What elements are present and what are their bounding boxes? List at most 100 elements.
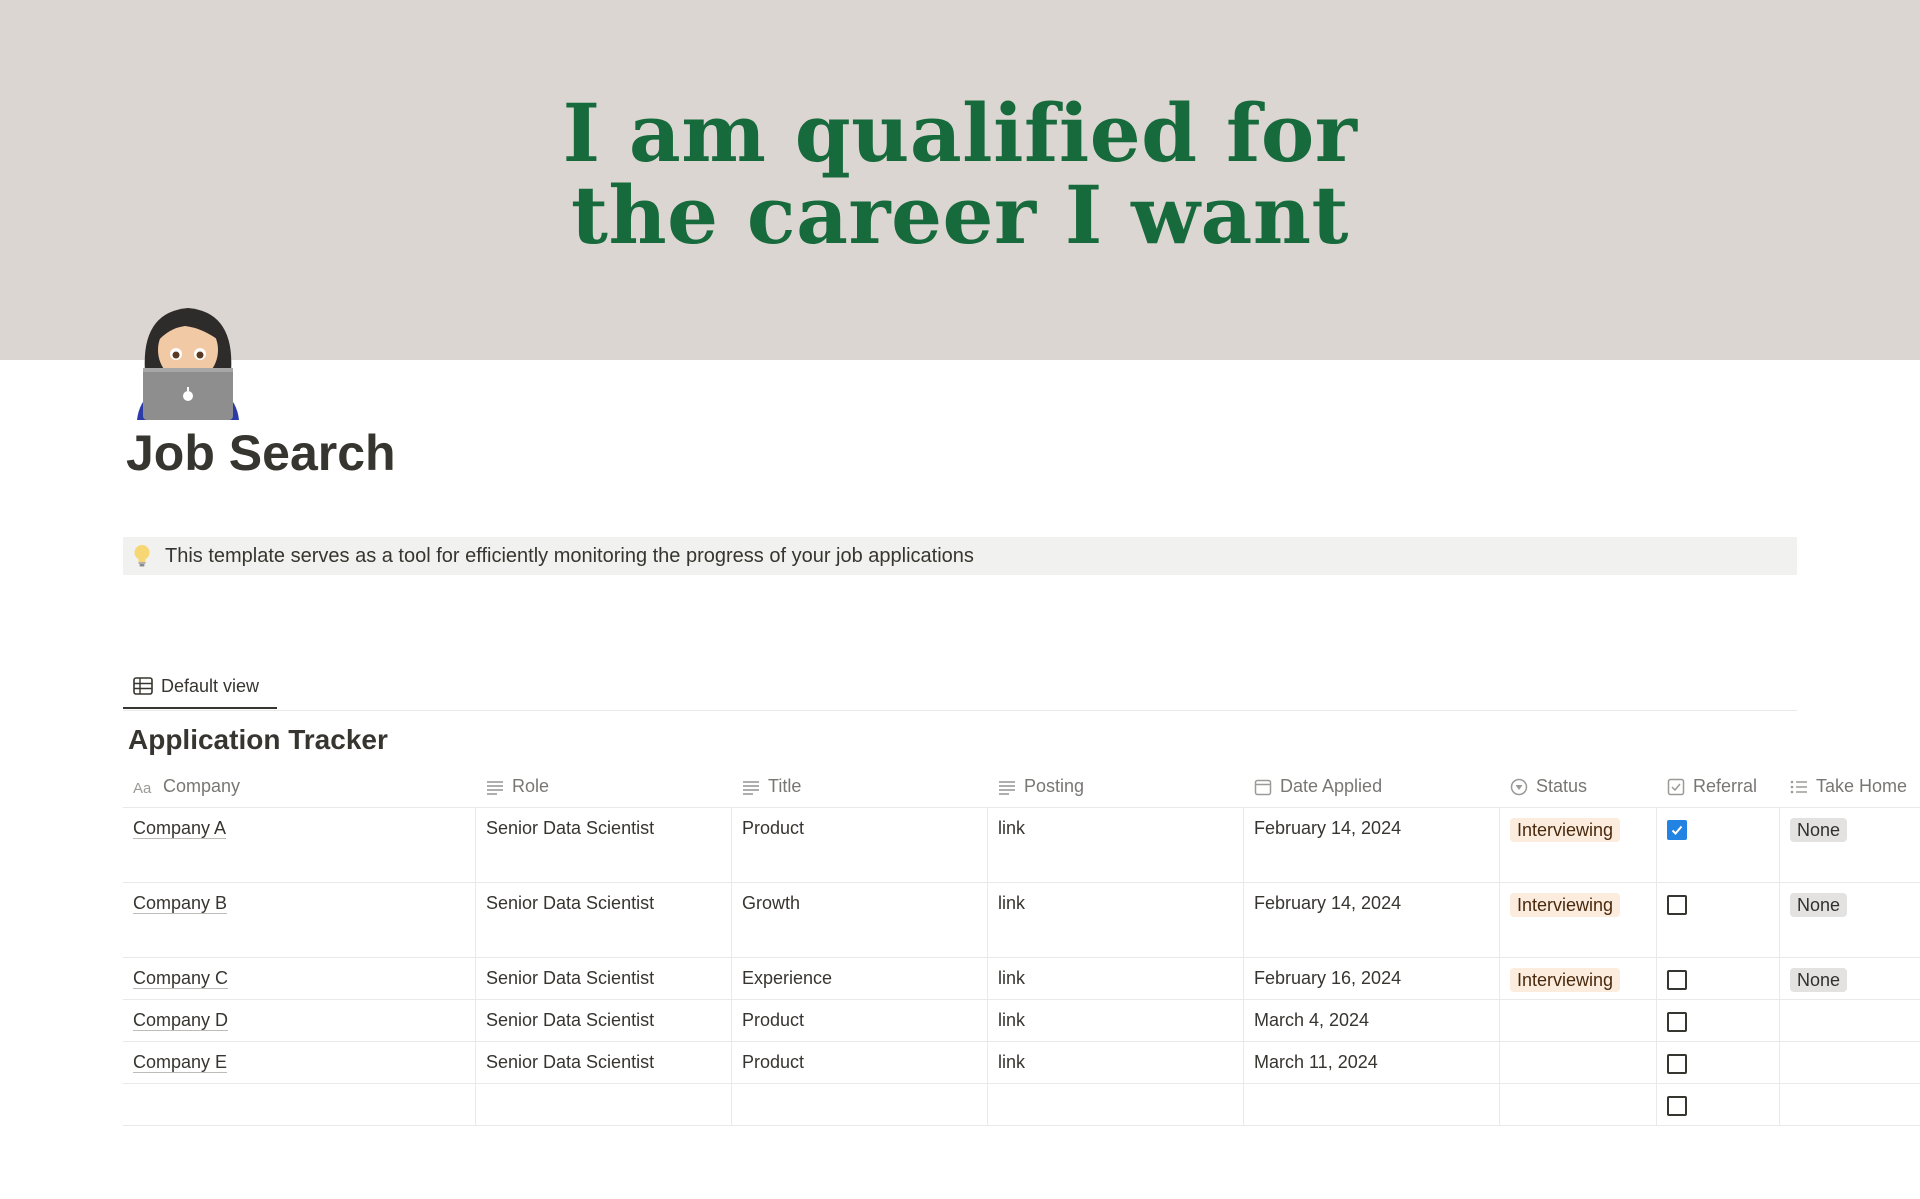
cell-status[interactable] <box>1500 1000 1657 1041</box>
database-title[interactable]: Application Tracker <box>128 724 388 756</box>
table-row[interactable]: Company A Senior Data Scientist Product … <box>123 808 1920 883</box>
company-name[interactable]: Company A <box>133 818 227 839</box>
cell-role[interactable]: Senior Data Scientist <box>476 958 732 999</box>
callout-block[interactable]: This template serves as a tool for effic… <box>123 537 1797 575</box>
table-row[interactable]: Company D Senior Data Scientist Product … <box>123 1000 1920 1042</box>
company-name[interactable]: Company C <box>133 968 229 989</box>
tab-default-view[interactable]: Default view <box>123 665 277 709</box>
cell-referral[interactable] <box>1657 883 1780 957</box>
cell-date-applied[interactable]: March 4, 2024 <box>1244 1000 1500 1041</box>
table-header-row: Aa Company Role Title Posting Date Appli… <box>123 766 1920 808</box>
company-name[interactable]: Company D <box>133 1010 229 1031</box>
cell-company[interactable]: Company E <box>123 1042 476 1083</box>
cell-posting[interactable]: link <box>988 958 1244 999</box>
referral-checkbox[interactable] <box>1667 1012 1687 1032</box>
cell-title[interactable]: Product <box>732 1042 988 1083</box>
company-name[interactable]: Company B <box>133 893 228 914</box>
cell-date-applied[interactable]: February 14, 2024 <box>1244 808 1500 882</box>
cell-date-applied[interactable] <box>1244 1084 1500 1125</box>
column-header-posting[interactable]: Posting <box>988 766 1244 807</box>
cell-take-home[interactable] <box>1780 1084 1920 1125</box>
column-header-take-home[interactable]: Take Home <box>1780 766 1920 807</box>
callout-text[interactable]: This template serves as a tool for effic… <box>165 545 974 568</box>
cell-role[interactable]: Senior Data Scientist <box>476 883 732 957</box>
cell-referral[interactable] <box>1657 808 1780 882</box>
column-header-label: Posting <box>1024 776 1085 796</box>
cell-take-home[interactable]: None <box>1780 883 1920 957</box>
cell-role[interactable] <box>476 1084 732 1125</box>
calendar-icon <box>1254 778 1272 796</box>
cell-status[interactable] <box>1500 1084 1657 1125</box>
cell-role[interactable]: Senior Data Scientist <box>476 808 732 882</box>
cell-role[interactable]: Senior Data Scientist <box>476 1042 732 1083</box>
cell-date-applied[interactable]: February 16, 2024 <box>1244 958 1500 999</box>
cell-company[interactable] <box>123 1084 476 1125</box>
cell-status[interactable]: Interviewing <box>1500 883 1657 957</box>
cell-role[interactable]: Senior Data Scientist <box>476 1000 732 1041</box>
cell-status[interactable]: Interviewing <box>1500 958 1657 999</box>
cell-posting[interactable]: link <box>988 883 1244 957</box>
checkbox-icon <box>1667 778 1685 796</box>
cell-referral[interactable] <box>1657 1084 1780 1125</box>
cell-posting[interactable]: link <box>988 1042 1244 1083</box>
table-row-empty[interactable] <box>123 1084 1920 1126</box>
cell-title[interactable]: Product <box>732 1000 988 1041</box>
column-header-label: Status <box>1536 776 1588 796</box>
cell-take-home[interactable]: None <box>1780 808 1920 882</box>
cell-referral[interactable] <box>1657 1042 1780 1083</box>
woman-technologist-icon[interactable] <box>133 302 243 420</box>
referral-checkbox[interactable] <box>1667 1054 1687 1074</box>
cell-take-home[interactable] <box>1780 1042 1920 1083</box>
cell-posting[interactable]: link <box>988 1000 1244 1041</box>
cell-title[interactable]: Growth <box>732 883 988 957</box>
referral-checkbox[interactable] <box>1667 970 1687 990</box>
status-tag[interactable]: Interviewing <box>1510 968 1621 992</box>
notion-page: I am qualified for the career I want Job… <box>0 0 1920 1199</box>
column-header-status[interactable]: Status <box>1500 766 1657 807</box>
table-row[interactable]: Company B Senior Data Scientist Growth l… <box>123 883 1920 958</box>
page-title[interactable]: Job Search <box>126 424 396 482</box>
cell-title[interactable] <box>732 1084 988 1125</box>
cell-status[interactable]: Interviewing <box>1500 808 1657 882</box>
cell-company[interactable]: Company C <box>123 958 476 999</box>
referral-checkbox[interactable] <box>1667 1096 1687 1116</box>
cell-referral[interactable] <box>1657 1000 1780 1041</box>
cell-company[interactable]: Company A <box>123 808 476 882</box>
cell-title[interactable]: Experience <box>732 958 988 999</box>
column-header-role[interactable]: Role <box>476 766 732 807</box>
cell-posting[interactable] <box>988 1084 1244 1125</box>
referral-checkbox-checked[interactable] <box>1667 820 1687 840</box>
column-header-company[interactable]: Aa Company <box>123 766 476 807</box>
title-aa-icon: Aa <box>133 779 155 795</box>
cell-title[interactable]: Product <box>732 808 988 882</box>
cell-company[interactable]: Company D <box>123 1000 476 1041</box>
column-header-referral[interactable]: Referral <box>1657 766 1780 807</box>
page-cover[interactable]: I am qualified for the career I want <box>0 0 1920 360</box>
table-row[interactable]: Company C Senior Data Scientist Experien… <box>123 958 1920 1000</box>
tab-label: Default view <box>161 675 260 696</box>
take-home-tag[interactable]: None <box>1790 893 1848 917</box>
status-tag[interactable]: Interviewing <box>1510 893 1621 917</box>
cell-take-home[interactable]: None <box>1780 958 1920 999</box>
company-name[interactable]: Company E <box>133 1052 228 1073</box>
referral-checkbox[interactable] <box>1667 895 1687 915</box>
cell-date-applied[interactable]: March 11, 2024 <box>1244 1042 1500 1083</box>
status-tag[interactable]: Interviewing <box>1510 818 1621 842</box>
table-row[interactable]: Company E Senior Data Scientist Product … <box>123 1042 1920 1084</box>
application-tracker-table: Aa Company Role Title Posting Date Appli… <box>123 766 1920 1126</box>
cell-referral[interactable] <box>1657 958 1780 999</box>
column-header-label: Referral <box>1693 776 1758 796</box>
column-header-date-applied[interactable]: Date Applied <box>1244 766 1500 807</box>
column-header-title[interactable]: Title <box>732 766 988 807</box>
status-icon <box>1510 778 1528 796</box>
cell-posting[interactable]: link <box>988 808 1244 882</box>
cell-status[interactable] <box>1500 1042 1657 1083</box>
cover-quote-line-1: I am qualified for <box>562 86 1358 180</box>
cell-date-applied[interactable]: February 14, 2024 <box>1244 883 1500 957</box>
cell-take-home[interactable] <box>1780 1000 1920 1041</box>
take-home-tag[interactable]: None <box>1790 968 1848 992</box>
lightbulb-icon[interactable] <box>129 543 155 569</box>
cell-company[interactable]: Company B <box>123 883 476 957</box>
take-home-tag[interactable]: None <box>1790 818 1848 842</box>
cover-quote: I am qualified for the career I want <box>0 92 1920 256</box>
